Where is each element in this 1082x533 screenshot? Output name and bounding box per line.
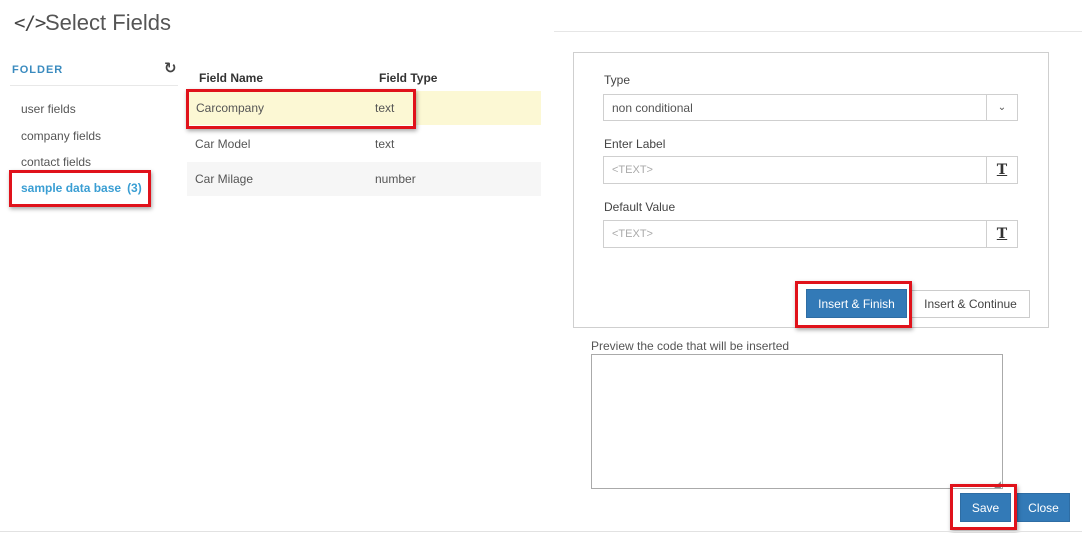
close-button[interactable]: Close bbox=[1017, 493, 1070, 522]
refresh-icon[interactable]: ↻ bbox=[164, 59, 177, 77]
type-select[interactable]: non conditional bbox=[603, 94, 987, 121]
column-header-field-type: Field Type bbox=[379, 71, 438, 85]
field-type-cell: text bbox=[375, 137, 395, 151]
page-title: Select Fields bbox=[45, 10, 171, 35]
highlight-selected-row bbox=[186, 89, 416, 129]
insert-continue-button[interactable]: Insert & Continue bbox=[911, 290, 1030, 318]
type-label: Type bbox=[604, 73, 631, 87]
folder-heading: FOLDER bbox=[12, 64, 64, 76]
label-input[interactable]: <TEXT> bbox=[603, 156, 987, 184]
text-format-icon: T bbox=[996, 226, 1008, 242]
table-row[interactable]: Car Model text bbox=[187, 127, 541, 161]
code-icon: </> bbox=[14, 12, 46, 34]
chevron-down-icon: ⌄ bbox=[997, 102, 1007, 113]
default-value-input[interactable]: <TEXT> bbox=[603, 220, 987, 248]
folder-item-company-fields[interactable]: company fields bbox=[21, 129, 101, 143]
highlight-insert-finish bbox=[795, 281, 912, 328]
text-format-icon: T bbox=[996, 162, 1008, 178]
folder-item-contact-fields[interactable]: contact fields bbox=[21, 155, 91, 169]
folder-item-user-fields[interactable]: user fields bbox=[21, 102, 76, 116]
highlight-save bbox=[950, 484, 1017, 530]
field-name-cell: Car Milage bbox=[195, 172, 254, 186]
table-row[interactable]: Car Milage number bbox=[187, 162, 541, 196]
preview-code-textarea[interactable] bbox=[591, 354, 1003, 489]
preview-label: Preview the code that will be inserted bbox=[591, 339, 790, 353]
folder-divider bbox=[10, 85, 178, 86]
type-dropdown-toggle[interactable]: ⌄ bbox=[987, 94, 1018, 121]
enter-label-label: Enter Label bbox=[604, 137, 666, 151]
default-text-format-button[interactable]: T bbox=[987, 220, 1018, 248]
highlight-folder-active bbox=[9, 170, 151, 207]
default-value-label: Default Value bbox=[604, 200, 676, 214]
column-header-field-name: Field Name bbox=[199, 71, 264, 85]
label-text-format-button[interactable]: T bbox=[987, 156, 1018, 184]
field-type-cell: number bbox=[375, 172, 416, 186]
field-name-cell: Car Model bbox=[195, 137, 251, 151]
bottom-divider bbox=[0, 531, 1082, 532]
header-divider bbox=[554, 31, 1082, 32]
